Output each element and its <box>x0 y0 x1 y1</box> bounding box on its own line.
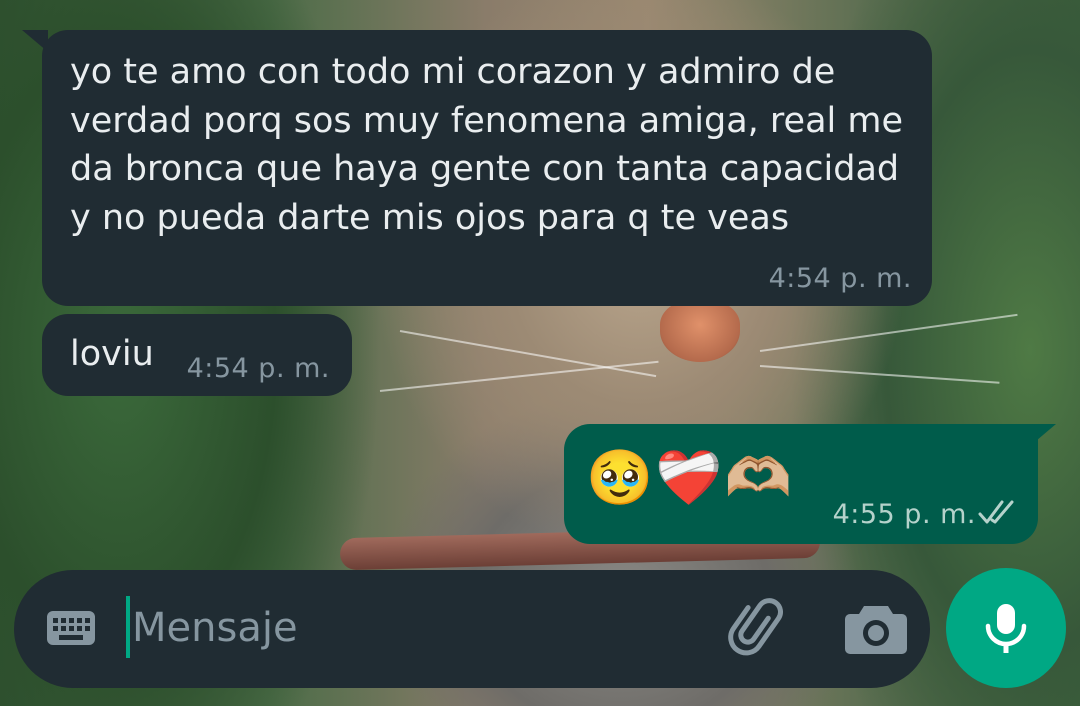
message-text: loviu <box>70 334 154 374</box>
message-time: 4:54 p. m. <box>768 263 912 294</box>
incoming-message[interactable]: yo te amo con todo mi corazon y admiro d… <box>42 30 932 306</box>
microphone-icon <box>985 604 1027 653</box>
wallpaper-whisker <box>399 330 657 378</box>
camera-icon[interactable] <box>844 600 908 656</box>
read-receipt-icon <box>978 500 1014 524</box>
message-input[interactable] <box>132 596 612 660</box>
voice-message-button[interactable] <box>946 568 1066 688</box>
incoming-message[interactable]: loviu 4:54 p. m. <box>42 314 352 396</box>
message-text: yo te amo con todo mi corazon y admiro d… <box>70 52 903 238</box>
message-composer <box>14 570 930 688</box>
emoji-message: 🥹❤️‍🩹🫶🏼 <box>586 446 794 509</box>
message-time: 4:55 p. m. <box>832 499 976 530</box>
paperclip-icon[interactable] <box>726 596 792 662</box>
wallpaper-whisker <box>759 365 1000 384</box>
wallpaper-whisker <box>759 313 1018 352</box>
outgoing-message[interactable]: 🥹❤️‍🩹🫶🏼 4:55 p. m. <box>564 424 1038 544</box>
wallpaper-whisker <box>379 360 659 392</box>
wallpaper-cat-nose <box>660 300 740 362</box>
text-cursor <box>126 596 130 658</box>
keyboard-icon[interactable] <box>46 610 96 646</box>
message-time: 4:54 p. m. <box>186 353 330 384</box>
